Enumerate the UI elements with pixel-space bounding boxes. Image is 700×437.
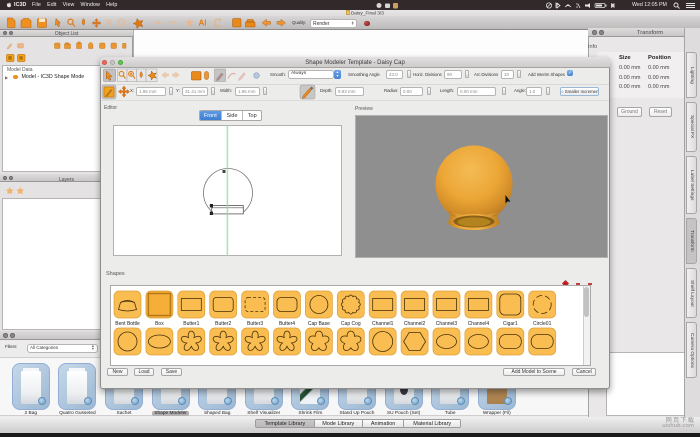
svg-text:Al: Al [199, 19, 207, 28]
